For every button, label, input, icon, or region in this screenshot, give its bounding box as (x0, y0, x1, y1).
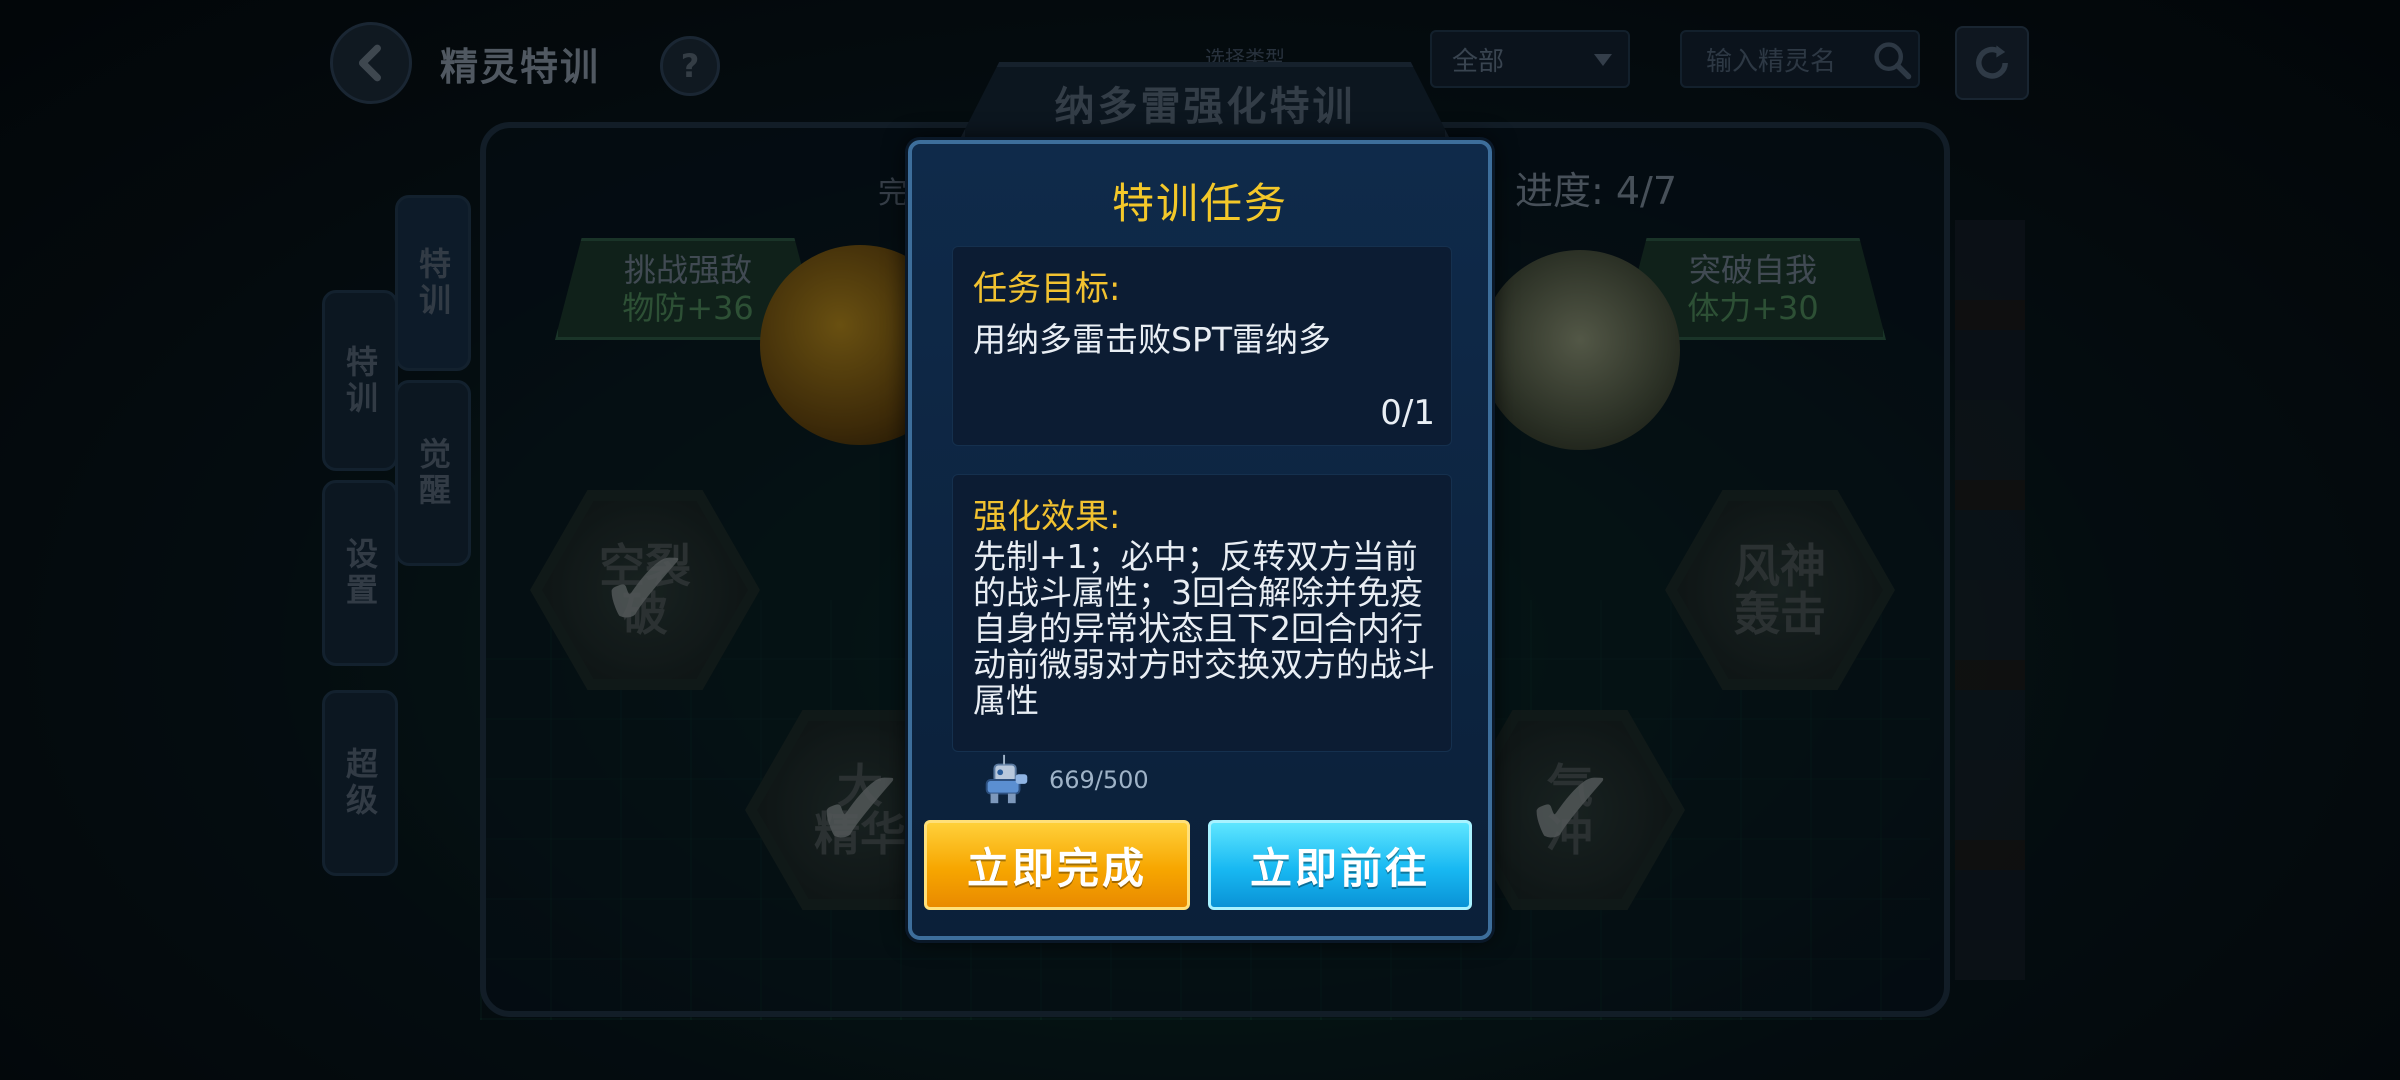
cost-amount: 669/500 (1049, 766, 1149, 794)
goal-description: 用纳多雷击败SPT雷纳多 (973, 320, 1332, 359)
training-task-dialog: 特训任务 任务目标: 用纳多雷击败SPT雷纳多 0/1 强化效果: 先制+1；必… (908, 140, 1492, 940)
goal-progress: 0/1 (1380, 393, 1435, 433)
effect-description: 先制+1；必中；反转双方当前的战斗属性；3回合解除并免疫自身的异常状态且下2回合… (973, 537, 1435, 720)
effect-heading: 强化效果: (973, 497, 1121, 537)
complete-now-button[interactable]: 立即完成 (924, 820, 1190, 910)
effect-card: 强化效果: 先制+1；必中；反转双方当前的战斗属性；3回合解除并免疫自身的异常状… (952, 474, 1452, 752)
robot-item-icon (985, 754, 1028, 804)
cost-row: 669/500 (977, 750, 1149, 810)
task-goal-card: 任务目标: 用纳多雷击败SPT雷纳多 0/1 (952, 246, 1452, 446)
go-now-button[interactable]: 立即前往 (1208, 820, 1472, 910)
dialog-title: 特训任务 (1111, 179, 1288, 228)
goal-heading: 任务目标: (973, 269, 1121, 309)
